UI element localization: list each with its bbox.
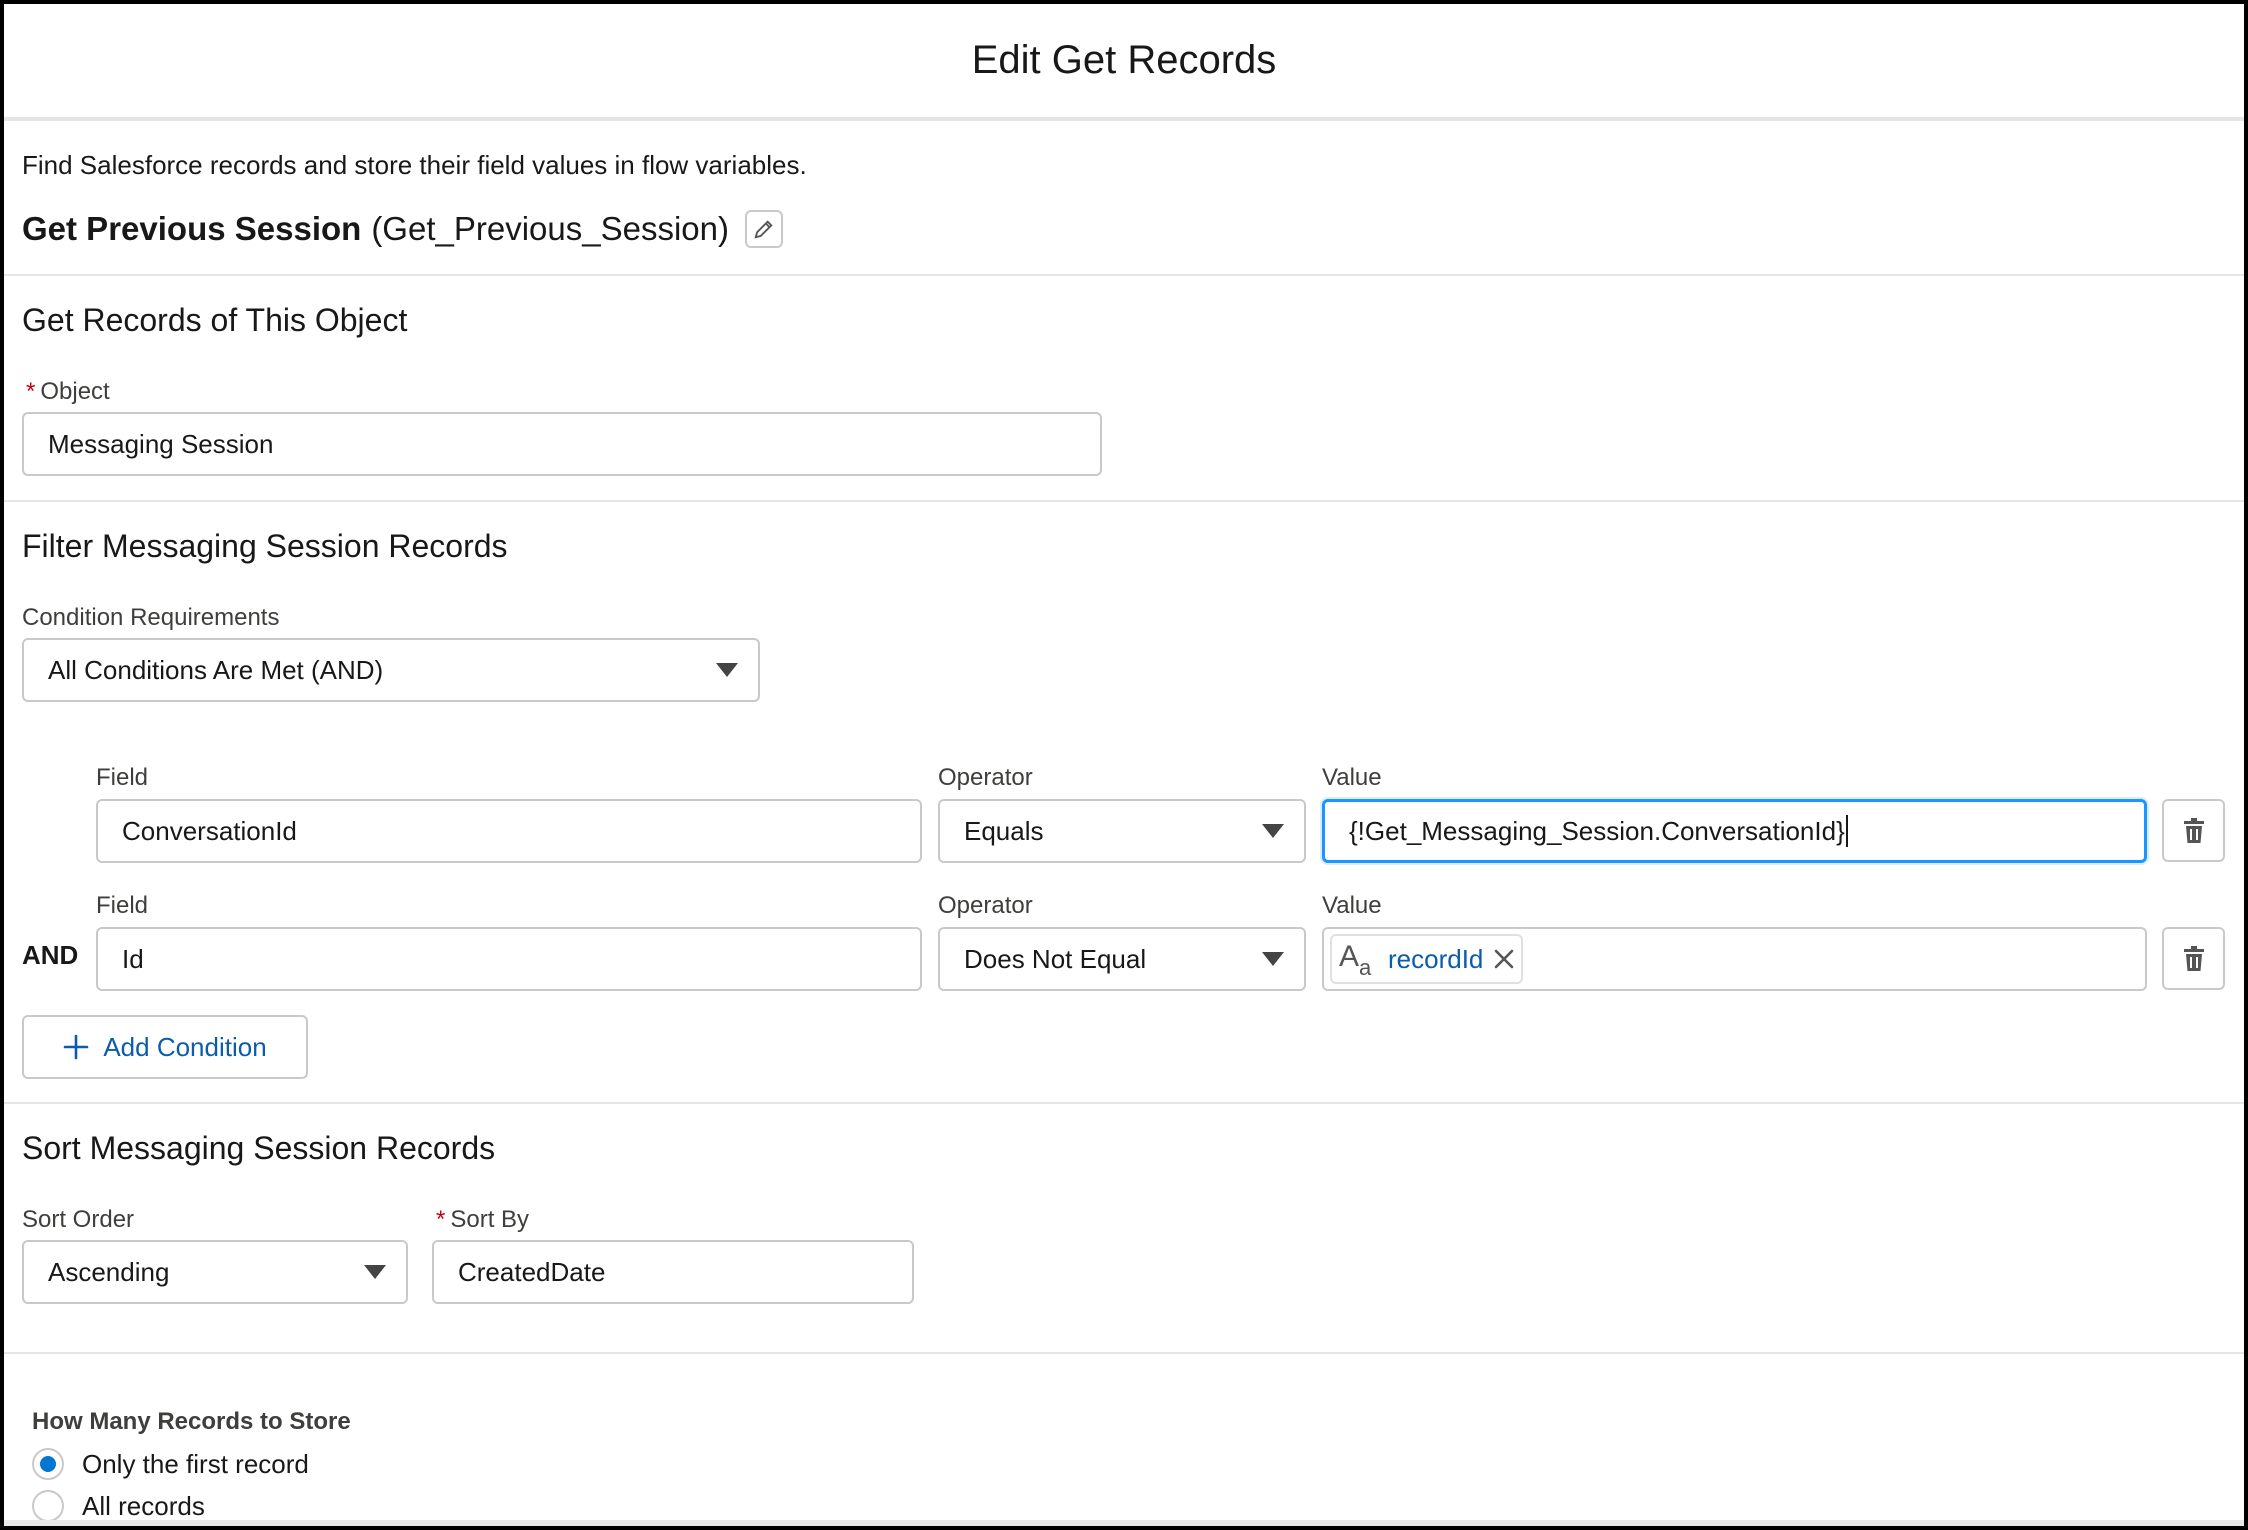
radio-label-all-records: All records: [82, 1490, 205, 1521]
modal-description: Find Salesforce records and store their …: [22, 150, 807, 180]
radio-all-records[interactable]: All records: [32, 1490, 205, 1522]
sort-order-label: Sort Order: [22, 1206, 135, 1233]
sort-by-label: * Sort By: [436, 1206, 529, 1234]
value-label: Value: [1322, 892, 1382, 919]
radio-dot: [40, 1456, 56, 1472]
object-input[interactable]: Messaging Session: [22, 412, 1102, 476]
condition-1-field-value: ConversationId: [122, 815, 297, 846]
edit-label-button[interactable]: [744, 210, 783, 248]
divider: [4, 274, 2244, 276]
condition-1-operator-select[interactable]: Equals: [938, 799, 1306, 863]
condition-requirements-select[interactable]: All Conditions Are Met (AND): [22, 638, 760, 702]
sort-order-select[interactable]: Ascending: [22, 1240, 408, 1304]
logic-and-label: AND: [22, 940, 79, 970]
add-condition-button[interactable]: Add Condition: [22, 1015, 308, 1079]
sort-by-label-text: Sort By: [450, 1206, 530, 1233]
object-label-text: Object: [40, 378, 110, 405]
text-type-icon: A a: [1339, 940, 1372, 979]
condition-2-field-input[interactable]: Id: [96, 927, 922, 991]
condition-2-value-input[interactable]: A a recordId: [1322, 927, 2147, 991]
condition-1-value-text: {!Get_Messaging_Session.ConversationId}: [1349, 815, 1845, 846]
divider: [4, 1352, 2244, 1354]
condition-2-operator-select[interactable]: Does Not Equal: [938, 927, 1306, 991]
operator-label: Operator: [938, 764, 1033, 791]
close-icon[interactable]: [1493, 948, 1515, 970]
svg-text:A: A: [1339, 940, 1359, 973]
delete-condition-2-button[interactable]: [2162, 927, 2225, 990]
radio-button[interactable]: [32, 1490, 64, 1522]
condition-1-field-input[interactable]: ConversationId: [96, 799, 922, 863]
radio-button-selected[interactable]: [32, 1448, 64, 1480]
field-label: Field: [96, 892, 149, 919]
scroll-edge: [4, 1520, 2244, 1526]
chevron-down-icon: [1262, 824, 1284, 838]
sort-section-title: Sort Messaging Session Records: [22, 1130, 496, 1166]
value-label: Value: [1322, 764, 1382, 791]
store-section-title: How Many Records to Store: [32, 1408, 351, 1435]
object-label: * Object: [26, 378, 110, 406]
plus-icon: [64, 1034, 89, 1060]
edit-get-records-modal: Edit Get Records Find Salesforce records…: [0, 0, 2248, 1530]
trash-icon: [2183, 817, 2204, 843]
svg-text:a: a: [1359, 955, 1372, 979]
required-asterisk: *: [26, 378, 36, 405]
element-api-name: (Get_Previous_Session): [371, 210, 729, 247]
filter-section-title: Filter Messaging Session Records: [22, 528, 508, 564]
object-value: Messaging Session: [48, 428, 274, 459]
radio-label-first-record: Only the first record: [82, 1448, 309, 1479]
chevron-down-icon: [716, 663, 738, 677]
chevron-down-icon: [1262, 952, 1284, 966]
field-label: Field: [96, 764, 149, 791]
element-label: Get Previous Session: [22, 210, 362, 247]
condition-2-field-value: Id: [122, 943, 144, 974]
add-condition-label: Add Condition: [103, 1031, 267, 1062]
pencil-icon: [754, 220, 773, 239]
operator-label: Operator: [938, 892, 1033, 919]
condition-requirements-label: Condition Requirements: [22, 604, 280, 631]
trash-icon: [2183, 945, 2204, 971]
required-asterisk: *: [436, 1206, 446, 1233]
sort-by-input[interactable]: CreatedDate: [432, 1240, 914, 1304]
text-cursor: [1845, 815, 1848, 847]
divider: [4, 500, 2244, 502]
condition-1-operator-value: Equals: [964, 815, 1044, 846]
delete-condition-1-button[interactable]: [2162, 799, 2225, 862]
chevron-down-icon: [364, 1265, 386, 1279]
modal-title: Edit Get Records: [971, 38, 1277, 82]
sort-order-value: Ascending: [48, 1256, 170, 1287]
condition-1-value-input[interactable]: {!Get_Messaging_Session.ConversationId}: [1322, 799, 2147, 863]
sort-by-value: CreatedDate: [458, 1256, 606, 1287]
radio-only-first-record[interactable]: Only the first record: [32, 1448, 309, 1480]
resource-pill-label: recordId: [1388, 943, 1484, 974]
object-section-title: Get Records of This Object: [22, 302, 408, 338]
condition-2-operator-value: Does Not Equal: [964, 943, 1147, 974]
divider: [4, 1102, 2244, 1104]
resource-pill[interactable]: A a recordId: [1330, 934, 1524, 984]
element-heading: Get Previous Session (Get_Previous_Sessi…: [22, 210, 783, 248]
condition-requirements-value: All Conditions Are Met (AND): [48, 654, 384, 685]
